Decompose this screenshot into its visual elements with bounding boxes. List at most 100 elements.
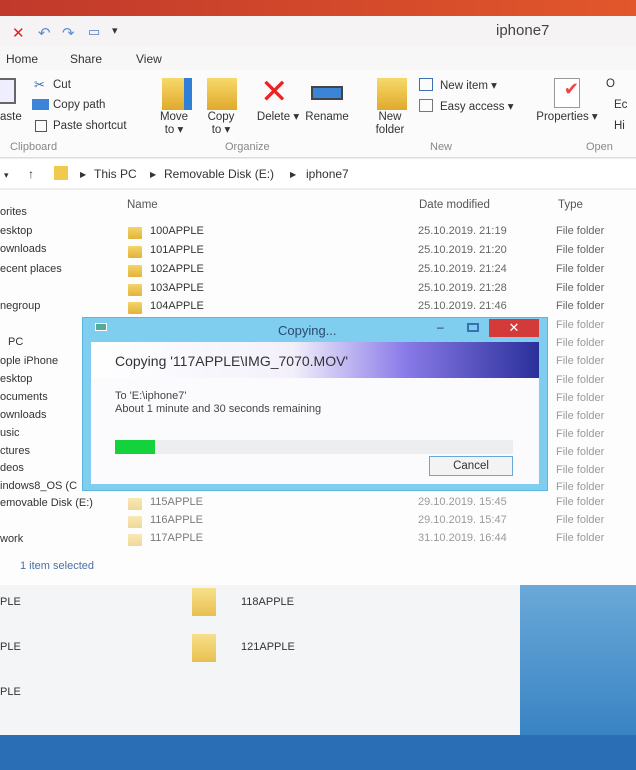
folder-icon — [54, 166, 68, 180]
history-button[interactable]: Hi — [614, 120, 625, 132]
cancel-button[interactable]: Cancel — [429, 456, 513, 476]
row-type: File folder — [556, 263, 605, 275]
row-type: File folder — [556, 496, 605, 508]
destination-text: To 'E:\iphone7' — [115, 390, 187, 402]
breadcrumb-removable-disk[interactable]: Removable Disk (E:) — [164, 167, 274, 181]
row-type: File folder — [556, 410, 605, 422]
tab-view[interactable]: View — [136, 52, 162, 66]
nav-item[interactable]: esktop — [0, 373, 32, 385]
nav-item[interactable]: emovable Disk (E:) — [0, 497, 93, 509]
column-date[interactable]: Date modified — [419, 199, 490, 211]
edit-button[interactable]: Ec — [614, 99, 627, 111]
group-open: Open — [586, 141, 613, 153]
nav-item[interactable]: ctures — [0, 445, 30, 457]
list-item-label: PLE — [0, 641, 21, 653]
rename-icon[interactable]: ▭ — [88, 24, 100, 40]
minimize-button[interactable]: – — [437, 320, 444, 334]
row-type: File folder — [556, 428, 605, 440]
group-new: New — [430, 141, 453, 153]
copy-path-button[interactable]: Copy path — [53, 99, 105, 111]
nav-item[interactable]: indows8_OS (C — [0, 480, 77, 492]
group-clipboard: Clipboard — [10, 141, 58, 153]
row-type: File folder — [556, 225, 605, 237]
move-to-button[interactable]: Move to ▾ — [155, 111, 193, 137]
folder-icon — [128, 498, 142, 510]
paste-shortcut-button[interactable]: Paste shortcut — [53, 120, 127, 132]
paste-button[interactable]: aste — [0, 111, 22, 123]
row-name[interactable]: 102APPLE — [150, 263, 204, 275]
new-folder-icon — [377, 78, 407, 110]
paste-icon[interactable] — [0, 78, 16, 104]
row-name[interactable]: 116APPLE — [150, 514, 203, 526]
maximize-button[interactable] — [467, 323, 479, 332]
nav-item[interactable]: ocuments — [0, 391, 48, 403]
folder-icon — [128, 302, 142, 314]
status-bar-text: 1 item selected — [20, 560, 94, 572]
column-name[interactable]: Name — [127, 199, 158, 211]
folder-item-121apple[interactable]: 121APPLE — [241, 641, 295, 653]
nav-item[interactable]: ownloads — [0, 409, 46, 421]
row-type: File folder — [556, 392, 605, 404]
row-date: 25.10.2019. 21:20 — [418, 244, 507, 256]
row-date: 25.10.2019. 21:46 — [418, 300, 507, 312]
column-type[interactable]: Type — [558, 199, 583, 211]
dialog-body: Copying '117APPLE\IMG_7070.MOV' To 'E:\i… — [91, 342, 539, 484]
tab-share[interactable]: Share — [70, 52, 102, 66]
tab-home[interactable]: Home — [6, 52, 38, 66]
easy-access-button[interactable]: Easy access ▾ — [440, 99, 514, 113]
nav-item[interactable]: work — [0, 533, 23, 545]
new-item-icon — [419, 78, 433, 91]
progress-fill — [115, 440, 155, 454]
row-name[interactable]: 100APPLE — [150, 225, 204, 237]
delete-icon: ✕ — [260, 73, 289, 111]
close-button[interactable]: ✕ — [489, 319, 539, 337]
customize-toolbar-icon[interactable]: ▾ — [112, 24, 118, 37]
row-type: File folder — [556, 282, 605, 294]
new-item-button[interactable]: New item ▾ — [440, 78, 497, 92]
new-folder-button[interactable]: New folder — [368, 111, 412, 137]
undo-icon[interactable]: ↶ — [38, 24, 51, 42]
row-name[interactable]: 117APPLE — [150, 532, 203, 544]
nav-item[interactable]: usic — [0, 427, 20, 439]
row-type: File folder — [556, 244, 605, 256]
nav-item[interactable]: ople iPhone — [0, 355, 58, 367]
up-arrow-icon[interactable]: ↑ — [28, 167, 34, 181]
row-name[interactable]: 101APPLE — [150, 244, 204, 256]
row-date: 29.10.2019. 15:47 — [418, 514, 507, 526]
nav-item[interactable]: esktop — [0, 225, 32, 237]
cut-button[interactable]: Cut — [53, 79, 71, 91]
row-name[interactable]: 104APPLE — [150, 300, 204, 312]
nav-item[interactable]: ecent places — [0, 263, 62, 275]
row-date: 29.10.2019. 15:45 — [418, 496, 507, 508]
row-type: File folder — [556, 446, 605, 458]
open-button[interactable]: O — [606, 78, 615, 90]
row-name[interactable]: 115APPLE — [150, 496, 203, 508]
rename-button[interactable]: Rename — [302, 111, 352, 124]
nav-item[interactable]: PC — [8, 336, 23, 348]
nav-item[interactable]: ownloads — [0, 243, 46, 255]
copy-progress-dialog: Copying... – ✕ Copying '117APPLE\IMG_707… — [82, 317, 548, 491]
copy-icon — [95, 323, 107, 331]
rename-icon — [311, 86, 343, 100]
window-title: iphone7 — [496, 22, 550, 39]
undo-delete-icon[interactable]: ✕ — [12, 24, 25, 42]
breadcrumb-this-pc[interactable]: This PC — [94, 167, 137, 181]
row-name[interactable]: 103APPLE — [150, 282, 204, 294]
paste-shortcut-icon — [35, 120, 47, 132]
delete-button[interactable]: Delete ▾ — [256, 111, 300, 124]
properties-button[interactable]: Properties ▾ — [532, 111, 602, 124]
row-type: File folder — [556, 337, 605, 349]
copy-to-button[interactable]: Copy to ▾ — [202, 111, 240, 137]
recent-locations-icon[interactable]: ▾ — [4, 170, 9, 181]
row-date: 25.10.2019. 21:19 — [418, 225, 507, 237]
row-date: 31.10.2019. 16:44 — [418, 532, 507, 544]
nav-item[interactable]: orites — [0, 206, 27, 218]
breadcrumb-iphone7[interactable]: iphone7 — [306, 167, 349, 181]
folder-item-118apple[interactable]: 118APPLE — [241, 596, 294, 608]
redo-icon[interactable]: ↷ — [62, 24, 75, 42]
chevron-right-icon: ▶ — [150, 170, 157, 179]
nav-item[interactable]: negroup — [0, 300, 40, 312]
row-type: File folder — [556, 532, 605, 544]
group-organize: Organize — [225, 141, 270, 153]
nav-item[interactable]: deos — [0, 462, 24, 474]
